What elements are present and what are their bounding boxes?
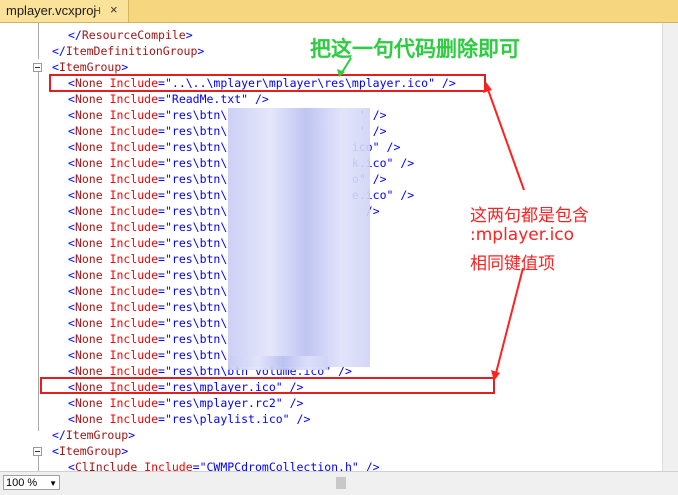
horizontal-scrollbar-thumb[interactable]	[336, 477, 346, 489]
side-note-line-2: :mplayer.ico	[470, 225, 575, 245]
delete-note: 把这一句代码删除即可	[310, 36, 520, 61]
chevron-down-icon: ▼	[49, 479, 57, 488]
annotation-arrows	[337, 57, 525, 381]
scrollbar-corner	[662, 472, 678, 495]
editor-bottom-bar: 100 % ▼	[0, 471, 678, 495]
red-arrow-line-up	[485, 83, 525, 191]
side-note-line-3: 相同键值项	[470, 254, 555, 274]
red-arrow-line-down	[494, 267, 524, 378]
zoom-value: 100 %	[6, 477, 38, 489]
zoom-select[interactable]: 100 % ▼	[3, 475, 60, 490]
side-note-line-1: 这两句都是包含	[470, 206, 589, 226]
red-arrow-head-up	[483, 82, 492, 93]
red-arrow-head-down	[491, 370, 500, 381]
vertical-scrollbar[interactable]	[662, 23, 678, 471]
horizontal-scrollbar[interactable]	[64, 477, 662, 489]
